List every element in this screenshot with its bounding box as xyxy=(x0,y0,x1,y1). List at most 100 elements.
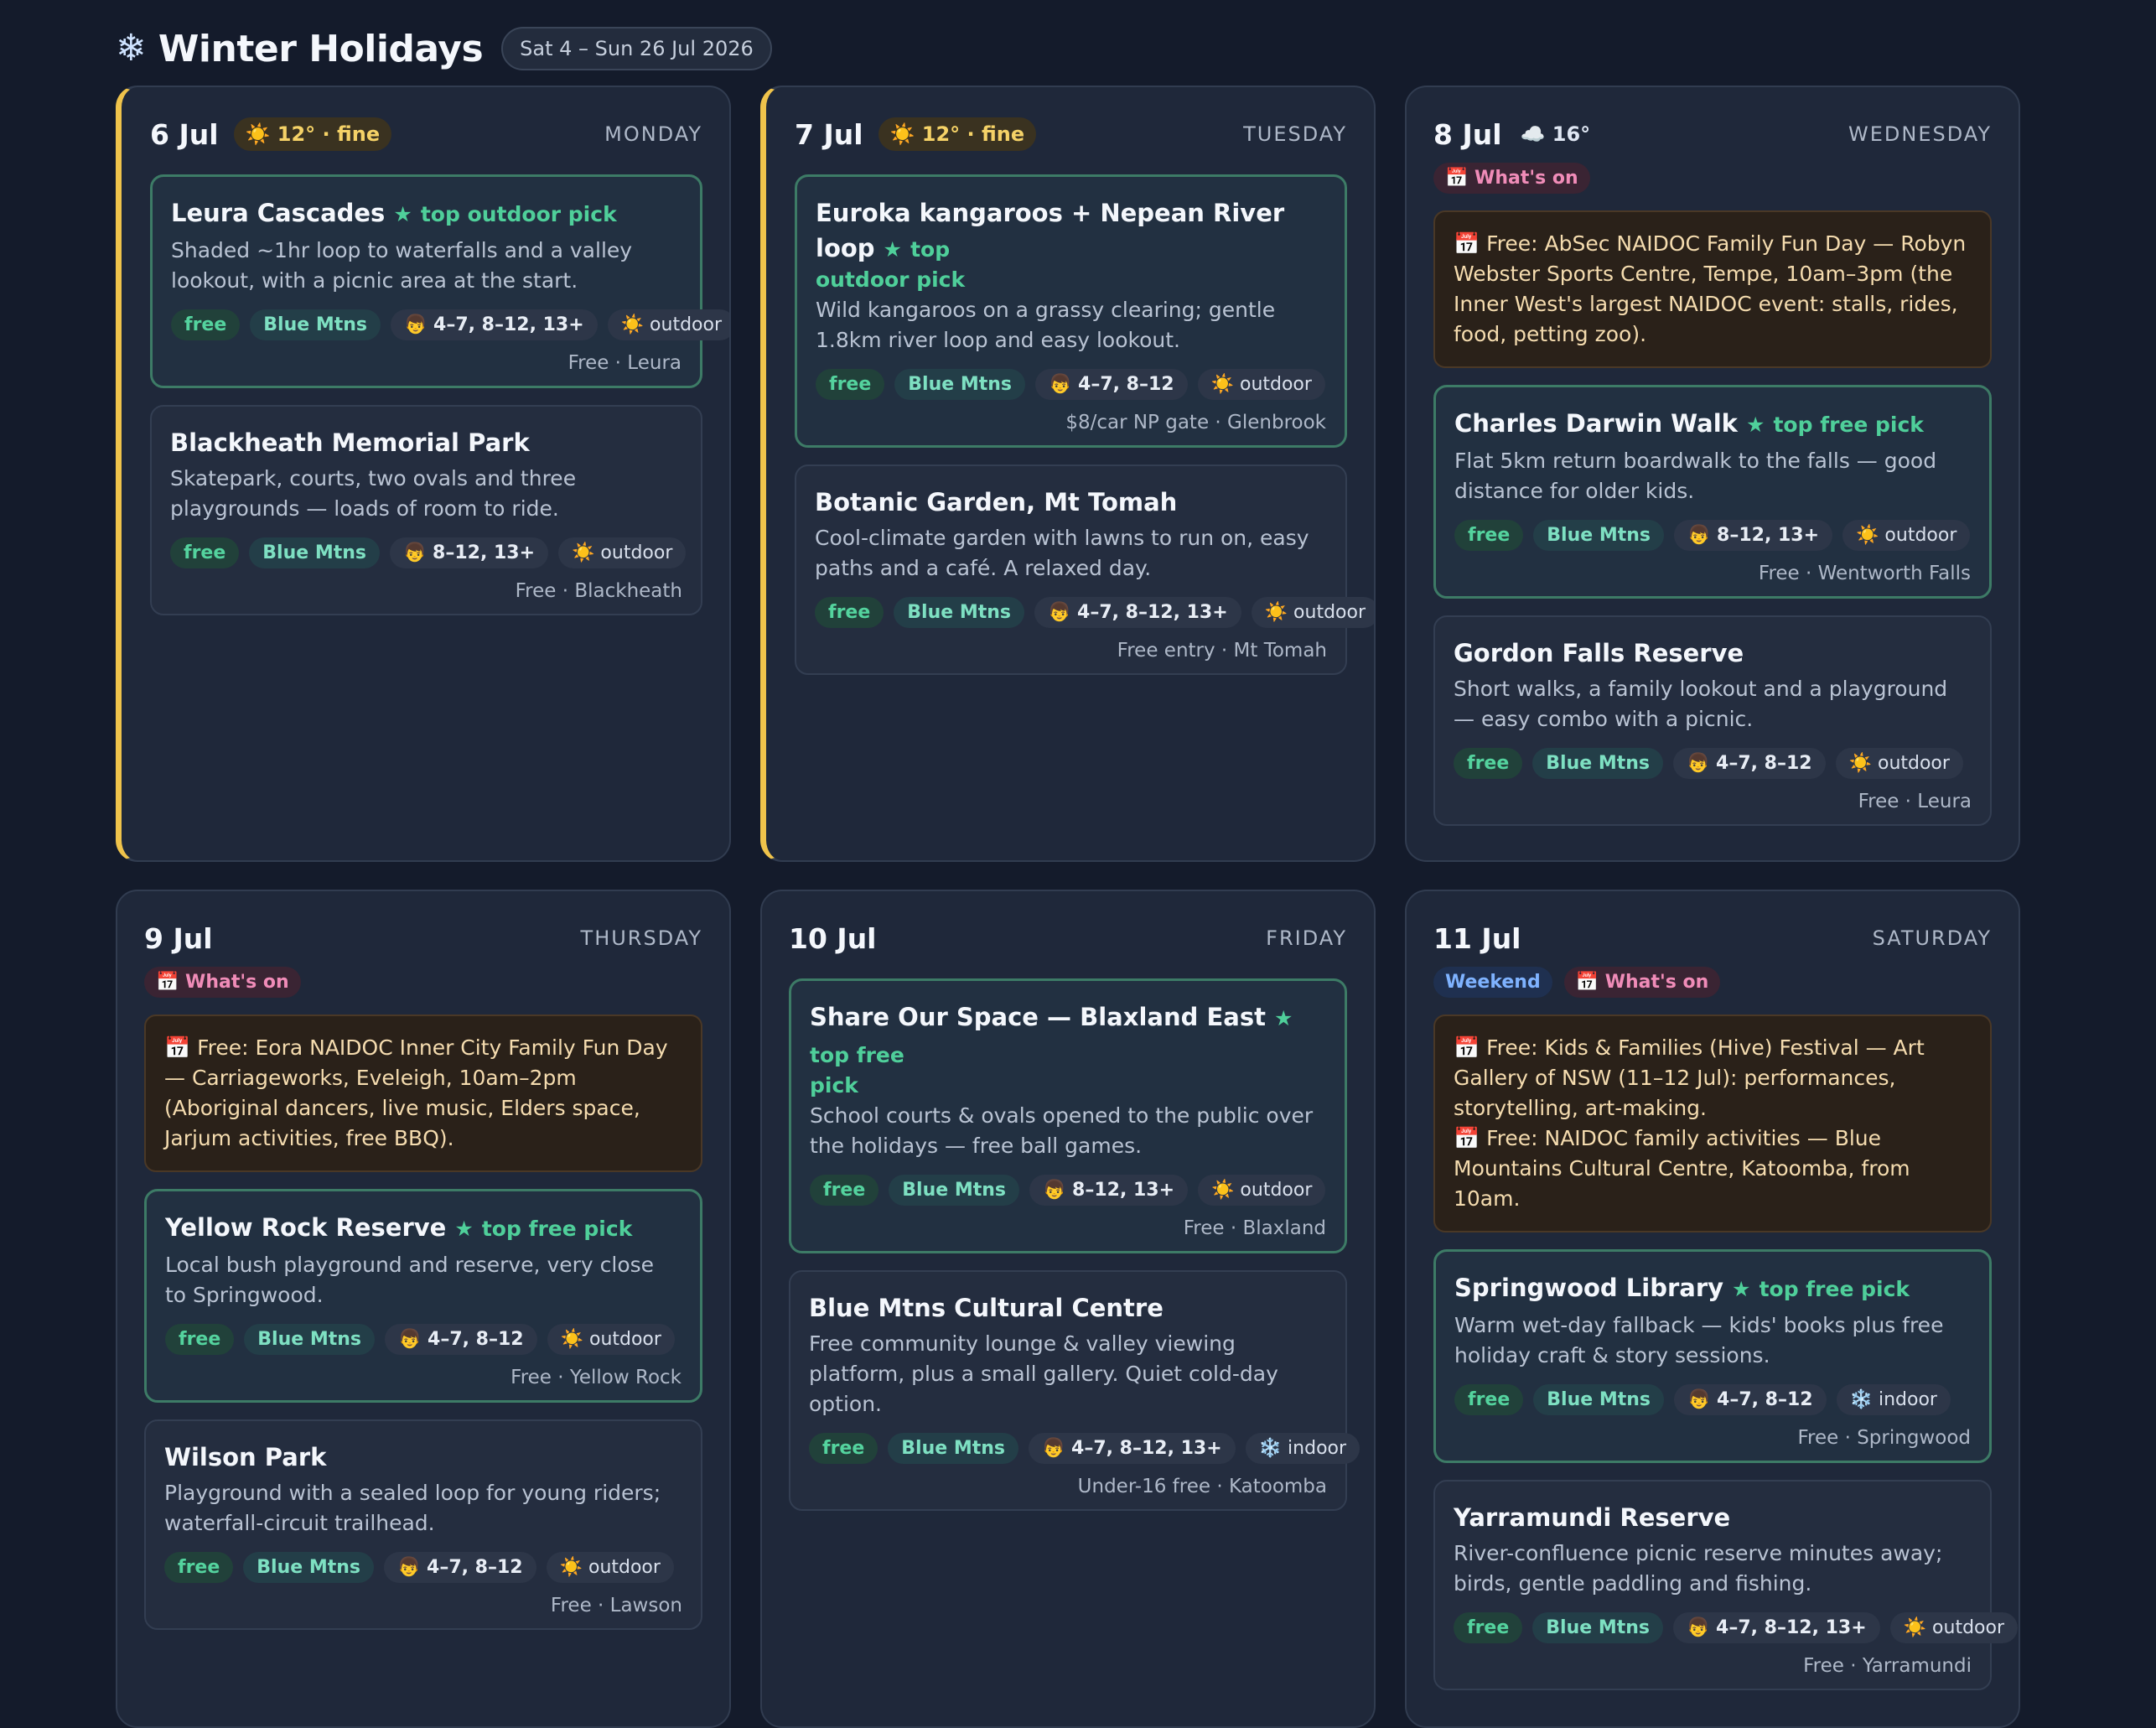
activity-footer: Free · Wentworth Falls xyxy=(1758,563,1971,584)
activity-card[interactable]: Leura Cascades ★ top outdoor pick Shaded ~… xyxy=(150,174,729,388)
age-chip: 👦 8–12, 13+ xyxy=(389,537,549,568)
price-chip: free xyxy=(171,309,241,340)
tag-row: 📅 What's on xyxy=(1433,163,1992,194)
activity-card[interactable]: Wilson Park Playground with a sealed loop… xyxy=(144,1419,702,1630)
chip-row: free Blue Mtns 👦 4–7, 8–12 ☀️ outdoor xyxy=(816,369,1326,400)
activity-title: Gordon Falls Reserve xyxy=(1454,636,1972,671)
chip-row: free Blue Mtns 👦 4–7, 8–12, 13+ ☀️ outdoor xyxy=(1454,1612,2019,1643)
price-chip: free xyxy=(1454,748,1523,779)
price-chip: free xyxy=(1454,520,1524,551)
pick-label-continued: outdoor pick xyxy=(816,267,966,292)
day-column: 9 Jul THURSDAY 📅 What's on 📅 Free: Eora NAI… xyxy=(116,890,731,1728)
region-chip: Blue Mtns xyxy=(243,1552,374,1583)
chip-row: free Blue Mtns 👦 8–12, 13+ ☀️ outdoor xyxy=(810,1175,1326,1206)
activity-description: Shaded ~1hr loop to waterfalls and a val… xyxy=(171,238,633,293)
activity-card[interactable]: Blackheath Memorial Park Skatepark, court… xyxy=(150,405,702,615)
activity-card[interactable]: Charles Darwin Walk ★ top free pick Flat 5… xyxy=(1433,385,1992,599)
activity-description: Cool-climate garden with lawns to run on… xyxy=(815,526,1309,580)
activity-name: Wilson Park xyxy=(164,1443,327,1471)
date-range-badge[interactable]: Sat 4 – Sun 26 Jul 2026 xyxy=(501,27,772,70)
weekday-label: SATURDAY xyxy=(1872,926,1992,950)
weekday-label: MONDAY xyxy=(604,122,702,146)
age-chip: 👦 4–7, 8–12 xyxy=(383,1552,536,1583)
activity-description: Free community lounge & valley viewing p… xyxy=(809,1331,1278,1416)
price-chip: free xyxy=(165,1324,235,1355)
price-chip: free xyxy=(816,369,885,400)
whats-on-events: 📅 Free: AbSec NAIDOC Family Fun Day — Ro… xyxy=(1433,210,1992,368)
age-chip: 👦 4–7, 8–12 xyxy=(1672,748,1826,779)
event-item[interactable]: 📅 Free: Kids & Families (Hive) Festival … xyxy=(1454,1033,1972,1123)
pick-label: top free pick xyxy=(481,1217,633,1241)
activity-description: Local bush playground and reserve, very … xyxy=(165,1253,655,1307)
activity-card[interactable]: Blue Mtns Cultural Centre Free community … xyxy=(789,1270,1360,1511)
tag-row: Weekend 📅 What's on xyxy=(1433,967,1992,998)
day-date: 10 Jul xyxy=(789,921,877,955)
star-icon: ★ xyxy=(1732,1277,1751,1301)
price-chip: free xyxy=(1454,1384,1524,1415)
chip-row: free Blue Mtns 👦 4–7, 8–12 ☀️ outdoor xyxy=(1454,748,1972,779)
day-date: 9 Jul xyxy=(144,921,213,955)
activity-title: Yarramundi Reserve xyxy=(1454,1500,1972,1535)
weather-badge: ☁️ 16° xyxy=(1520,122,1591,146)
day-header: 6 Jul ☀️ 12° · fine MONDAY xyxy=(150,111,702,158)
day-header: 10 Jul FRIDAY xyxy=(789,915,1347,962)
pick-label: top xyxy=(910,237,951,262)
activity-title: Yellow Rock Reserve ★ top free pick xyxy=(165,1210,682,1247)
activity-card[interactable]: Euroka kangaroos + Nepean River loop ★ to… xyxy=(795,174,1347,448)
setting-chip: ☀️ outdoor xyxy=(1197,369,1325,400)
activity-footer: Under-16 free · Katoomba xyxy=(1077,1476,1327,1497)
activity-title: Springwood Library ★ top free pick xyxy=(1454,1270,1971,1307)
activity-footer: Free · Leura xyxy=(1858,791,1972,812)
day-grid: 6 Jul ☀️ 12° · fine MONDAY Leura Cascades ★ … xyxy=(116,86,2020,1728)
tag-row: 📅 What's on xyxy=(144,967,702,998)
activity-description: Playground with a sealed loop for young … xyxy=(164,1481,661,1535)
whats-on-tag[interactable]: 📅 What's on xyxy=(144,967,301,998)
activity-card[interactable]: Botanic Garden, Mt Tomah Cool-climate gar… xyxy=(795,464,1374,675)
event-item[interactable]: 📅 Free: AbSec NAIDOC Family Fun Day — Ro… xyxy=(1454,229,1972,350)
activity-name: Blackheath Memorial Park xyxy=(170,428,530,457)
setting-chip: ☀️ outdoor xyxy=(607,309,729,340)
whats-on-tag[interactable]: 📅 What's on xyxy=(1433,163,1590,194)
setting-chip: ☀️ outdoor xyxy=(1198,1175,1326,1206)
activity-name: Share Our Space — Blaxland East xyxy=(810,1003,1266,1031)
event-item[interactable]: 📅 Free: Eora NAIDOC Inner City Family Fu… xyxy=(164,1033,682,1154)
weather-badge: ☀️ 12° · fine xyxy=(878,117,1037,151)
weekday-label: FRIDAY xyxy=(1266,926,1347,950)
activity-card[interactable]: Yellow Rock Reserve ★ top free pick Local … xyxy=(144,1189,702,1403)
activity-footer: $8/car NP gate · Glenbrook xyxy=(1065,412,1326,433)
setting-chip: ☀️ outdoor xyxy=(1835,748,1963,779)
whats-on-events: 📅 Free: Kids & Families (Hive) Festival … xyxy=(1433,1014,1992,1232)
region-chip: Blue Mtns xyxy=(888,1433,1018,1464)
setting-chip: ☀️ outdoor xyxy=(547,1324,675,1355)
activity-description: School courts & ovals opened to the publ… xyxy=(810,1103,1314,1158)
whats-on-events: 📅 Free: Eora NAIDOC Inner City Family Fu… xyxy=(144,1014,702,1172)
activity-description: Wild kangaroos on a grassy clearing; gen… xyxy=(816,298,1276,352)
region-chip: Blue Mtns xyxy=(1533,1384,1664,1415)
day-date: 6 Jul xyxy=(150,117,219,151)
region-chip: Blue Mtns xyxy=(894,369,1025,400)
activity-card[interactable]: Springwood Library ★ top free pick Warm we… xyxy=(1433,1249,1992,1463)
activity-title: Share Our Space — Blaxland East ★ top fre… xyxy=(810,999,1326,1073)
activity-title: Leura Cascades ★ top outdoor pick xyxy=(171,195,682,232)
region-chip: Blue Mtns xyxy=(249,537,380,568)
activity-name: Charles Darwin Walk xyxy=(1454,409,1738,438)
star-icon: ★ xyxy=(1273,1006,1293,1030)
activity-footer: Free · Blackheath xyxy=(515,580,682,602)
age-chip: 👦 4–7, 8–12, 13+ xyxy=(1672,1612,1880,1643)
age-chip: 👦 8–12, 13+ xyxy=(1673,520,1833,551)
activity-card[interactable]: Yarramundi Reserve River-confluence picni… xyxy=(1433,1480,2019,1690)
day-column: 8 Jul ☁️ 16° WEDNESDAY 📅 What's on 📅 Free: A… xyxy=(1405,86,2020,862)
chip-row: free Blue Mtns 👦 8–12, 13+ ☀️ outdoor xyxy=(1454,520,1971,551)
activity-name: Yellow Rock Reserve xyxy=(165,1213,447,1242)
activity-card[interactable]: Gordon Falls Reserve Short walks, a famil… xyxy=(1433,615,1992,826)
event-item[interactable]: 📅 Free: NAIDOC family activities — Blue … xyxy=(1454,1123,1972,1214)
star-icon: ★ xyxy=(454,1217,474,1241)
chip-row: free Blue Mtns 👦 8–12, 13+ ☀️ outdoor xyxy=(170,537,687,568)
day-header: 9 Jul THURSDAY xyxy=(144,915,702,962)
activity-title: Blue Mtns Cultural Centre xyxy=(809,1290,1327,1326)
whats-on-tag[interactable]: 📅 What's on xyxy=(1563,967,1721,998)
weather-badge: ☀️ 12° · fine xyxy=(233,117,392,151)
region-chip: Blue Mtns xyxy=(1532,1612,1663,1643)
activity-card[interactable]: Share Our Space — Blaxland East ★ top fre… xyxy=(789,978,1347,1253)
page-title: Winter Holidays xyxy=(158,27,484,70)
